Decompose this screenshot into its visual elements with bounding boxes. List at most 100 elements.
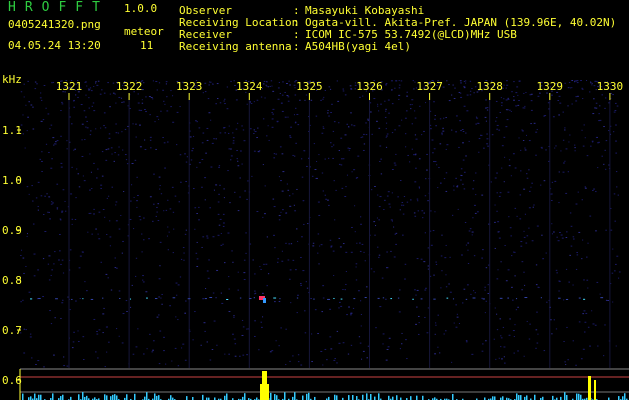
noise-speck (535, 284, 538, 286)
noise-speck (551, 333, 553, 335)
noise-speck (496, 278, 499, 280)
noise-speck (449, 291, 452, 293)
noise-speck (89, 134, 92, 136)
noise-speck (311, 361, 313, 363)
noise-speck (391, 220, 393, 222)
noise-speck (219, 132, 222, 134)
noise-speck (468, 140, 470, 142)
noise-speck (467, 242, 470, 244)
noise-speck (371, 133, 373, 135)
noise-speck (159, 185, 161, 187)
noise-speck (86, 85, 88, 87)
noise-speck (471, 231, 474, 233)
noise-speck (84, 81, 86, 83)
noise-speck (59, 218, 62, 220)
noise-speck (86, 290, 88, 292)
noise-speck (504, 245, 506, 247)
noise-speck (73, 106, 76, 108)
noise-speck (50, 323, 53, 325)
noise-speck (513, 352, 515, 354)
noise-speck (448, 283, 450, 285)
noise-speck (421, 210, 424, 212)
noise-speck (77, 341, 80, 343)
noise-speck (246, 103, 248, 105)
noise-speck (54, 251, 56, 253)
noise-speck (362, 350, 365, 352)
noise-speck (564, 129, 566, 131)
noise-speck (577, 80, 579, 82)
noise-speck (202, 132, 205, 134)
noise-speck (340, 164, 343, 166)
noise-speck (215, 297, 217, 299)
noise-speck (537, 286, 540, 288)
noise-speck (202, 92, 204, 94)
noise-speck (413, 212, 416, 214)
noise-speck (103, 307, 105, 309)
noise-speck (507, 97, 509, 99)
noise-speck (41, 171, 43, 173)
noise-speck (141, 233, 143, 235)
noise-speck (377, 246, 379, 248)
noise-speck (46, 193, 48, 195)
noise-speck (595, 136, 598, 138)
noise-speck (455, 326, 458, 328)
noise-speck (315, 177, 317, 179)
noise-speck (526, 173, 528, 175)
noise-speck (405, 146, 407, 148)
noise-speck (559, 102, 562, 104)
noise-speck (398, 311, 401, 313)
noise-speck (615, 102, 617, 104)
noise-speck (418, 322, 420, 324)
noise-speck (170, 90, 172, 92)
noise-speck (445, 274, 447, 276)
noise-speck (334, 219, 336, 221)
noise-speck (513, 336, 515, 338)
noise-speck (134, 159, 137, 161)
noise-speck (545, 149, 547, 151)
noise-speck (48, 151, 50, 153)
spectrum-bar (30, 396, 32, 400)
noise-speck (426, 332, 429, 334)
noise-speck (586, 279, 589, 281)
noise-speck (106, 197, 108, 199)
noise-speck (528, 140, 531, 142)
noise-speck (115, 123, 117, 125)
noise-speck (575, 96, 578, 98)
x-tick-label: 1325 (296, 80, 323, 93)
noise-speck (430, 210, 432, 212)
noise-speck (266, 135, 268, 137)
noise-speck (111, 153, 113, 155)
noise-speck (323, 96, 325, 98)
noise-speck (431, 139, 434, 141)
noise-speck (217, 213, 220, 215)
noise-speck (330, 112, 332, 114)
noise-speck (93, 208, 95, 210)
noise-speck (541, 234, 543, 236)
noise-speck (246, 198, 248, 200)
noise-speck (575, 100, 578, 102)
noise-speck (565, 364, 567, 366)
noise-speck (79, 297, 81, 299)
noise-speck (612, 94, 615, 96)
noise-speck (385, 110, 387, 112)
noise-speck (98, 211, 101, 213)
noise-speck (520, 241, 523, 243)
noise-speck (514, 167, 517, 169)
noise-speck (306, 287, 309, 289)
noise-speck (342, 90, 345, 92)
noise-speck (169, 305, 172, 307)
noise-speck (453, 322, 455, 324)
noise-speck (519, 218, 522, 220)
noise-speck (385, 136, 387, 138)
noise-speck (27, 116, 29, 118)
noise-speck (432, 230, 435, 232)
noise-speck (209, 207, 212, 209)
noise-speck (176, 111, 179, 113)
noise-speck (473, 255, 476, 257)
noise-speck (561, 237, 564, 239)
spectrum-bar (306, 393, 308, 400)
noise-speck (455, 304, 457, 306)
x-tick-label: 1322 (116, 80, 143, 93)
noise-speck (390, 219, 393, 221)
noise-speck (333, 121, 336, 123)
